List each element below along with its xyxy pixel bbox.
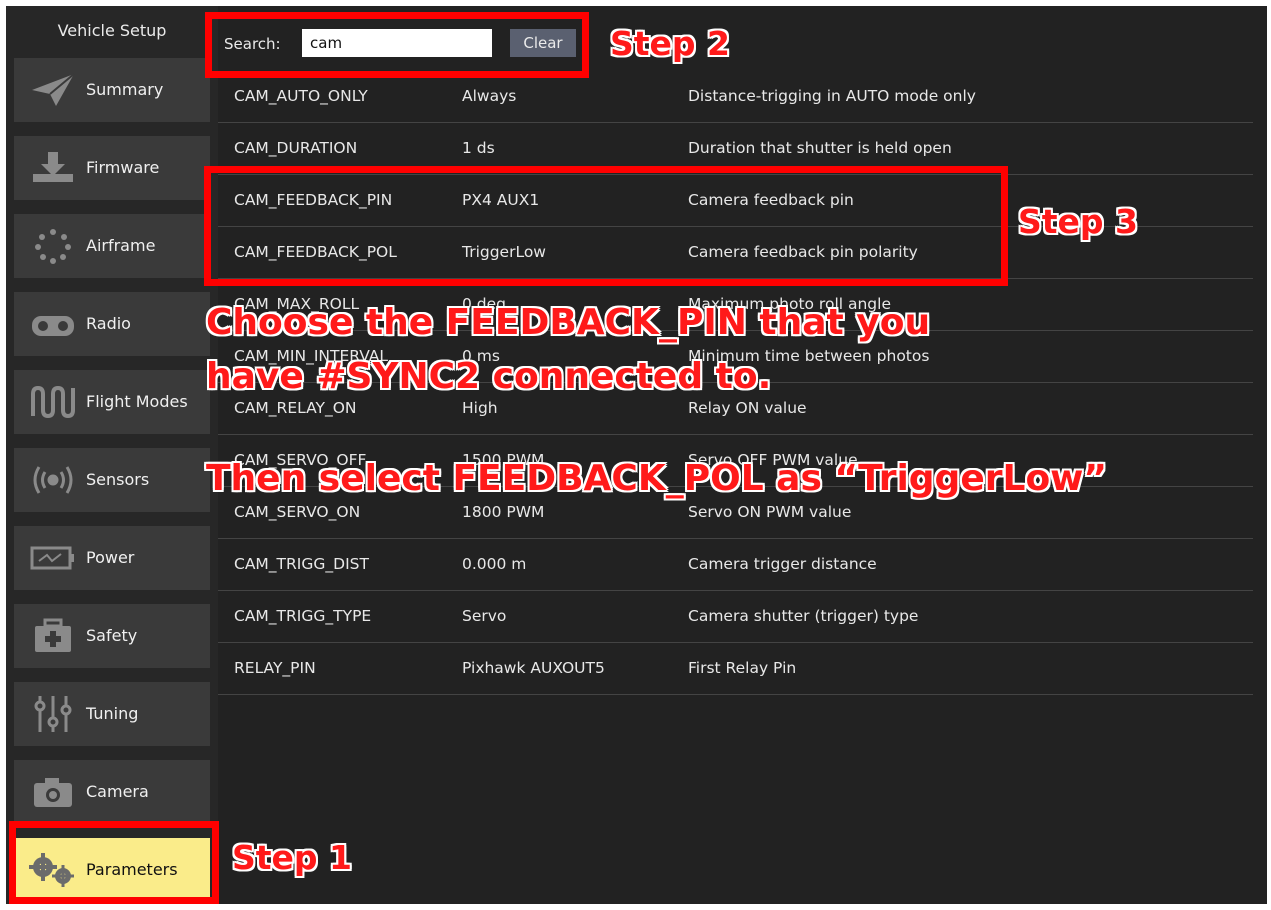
instruction-line3: Then select FEEDBACK_POL as “TriggerLow” — [206, 458, 1108, 499]
step2-label: Step 2 — [610, 24, 730, 63]
step3-label: Step 3 — [1018, 202, 1138, 241]
table-row[interactable]: RELAY_PIN Pixhawk AUXOUT5 First Relay Pi… — [218, 642, 1253, 695]
param-value[interactable]: Pixhawk AUXOUT5 — [462, 642, 605, 694]
step1-label: Step 1 — [232, 838, 352, 877]
first-aid-kit-icon — [24, 616, 82, 656]
sensor-signal-icon — [24, 460, 82, 500]
sidebar-item-sensors[interactable]: Sensors — [14, 448, 210, 512]
sidebar-item-power[interactable]: Power — [14, 526, 210, 590]
param-value[interactable]: 0.000 m — [462, 538, 526, 590]
sidebar-item-label: Sensors — [86, 470, 150, 489]
sidebar-item-firmware[interactable]: Firmware — [14, 136, 210, 200]
sidebar-item-camera[interactable]: Camera — [14, 760, 210, 824]
sidebar-item-label: Safety — [86, 626, 138, 645]
param-name: RELAY_PIN — [234, 659, 316, 677]
sidebar-item-label: Radio — [86, 314, 131, 333]
download-icon — [24, 148, 82, 188]
sidebar-item-label: Firmware — [86, 158, 160, 177]
app-window: Vehicle Setup Summary Firmware Airframe … — [6, 6, 1267, 904]
sidebar-item-label: Summary — [86, 80, 164, 99]
dots-circle-icon — [24, 226, 82, 266]
sliders-icon — [24, 694, 82, 734]
table-row[interactable]: CAM_TRIGG_TYPE Servo Camera shutter (tri… — [218, 590, 1253, 643]
radio-controller-icon — [24, 304, 82, 344]
sidebar-title: Vehicle Setup — [57, 21, 167, 40]
instruction-line1: Choose the FEEDBACK_PIN that you — [206, 302, 931, 343]
sidebar-item-label: Camera — [86, 782, 149, 801]
feedback-params-highlight-box — [204, 166, 1008, 286]
camera-icon — [24, 772, 82, 812]
battery-icon — [24, 538, 82, 578]
paper-plane-icon — [24, 70, 82, 110]
sidebar-item-safety[interactable]: Safety — [14, 604, 210, 668]
sidebar-item-airframe[interactable]: Airframe — [14, 214, 210, 278]
param-description: Camera shutter (trigger) type — [688, 607, 919, 625]
param-description: Distance-trigging in AUTO mode only — [688, 87, 976, 105]
sidebar-item-label: Airframe — [86, 236, 156, 255]
param-name: CAM_TRIGG_DIST — [234, 555, 369, 573]
param-value[interactable]: Servo — [462, 590, 506, 642]
sidebar-item-label: Tuning — [86, 704, 139, 723]
sidebar-item-summary[interactable]: Summary — [14, 58, 210, 122]
instruction-line2: have #SYNC2 connected to. — [206, 356, 772, 397]
parameters-highlight-box — [9, 821, 219, 904]
sidebar-item-flight-modes[interactable]: Flight Modes — [14, 370, 210, 434]
sidebar-item-label: Flight Modes — [86, 392, 188, 411]
param-description: First Relay Pin — [688, 659, 797, 677]
sidebar-item-tuning[interactable]: Tuning — [14, 682, 210, 746]
table-row[interactable]: CAM_TRIGG_DIST 0.000 m Camera trigger di… — [218, 538, 1253, 591]
sidebar-item-label: Power — [86, 548, 135, 567]
wave-icon — [24, 382, 82, 422]
search-highlight-box — [205, 12, 589, 78]
vehicle-setup-sidebar: Vehicle Setup Summary Firmware Airframe … — [6, 6, 218, 904]
param-description: Camera trigger distance — [688, 555, 877, 573]
param-name: CAM_TRIGG_TYPE — [234, 607, 372, 625]
sidebar-item-radio[interactable]: Radio — [14, 292, 210, 356]
